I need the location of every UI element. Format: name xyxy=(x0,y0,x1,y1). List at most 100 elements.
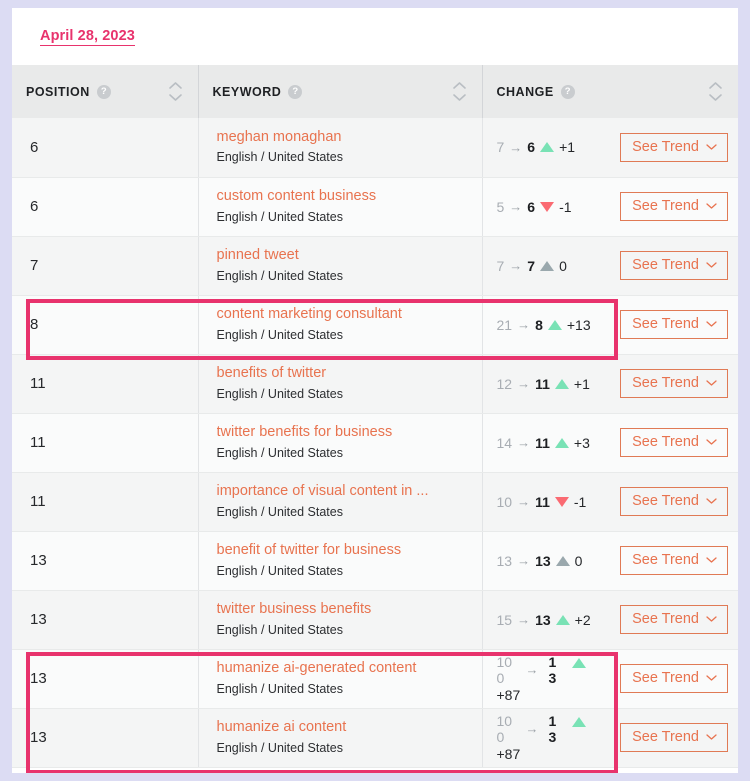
cell-keyword: twitter business benefits English / Unite… xyxy=(198,590,483,650)
chevron-up-icon xyxy=(168,82,182,89)
table-row: 8 content marketing consultant English / U… xyxy=(12,295,738,355)
keyword-link[interactable]: humanize ai-generated content xyxy=(217,659,468,679)
change-indicator: 14 → 11 +3 xyxy=(497,435,590,451)
cell-keyword: importance of visual content in ... Engli… xyxy=(198,472,483,532)
chevron-down-icon xyxy=(706,498,717,504)
keyword-locale: English / United States xyxy=(216,504,343,519)
arrow-right-icon: → xyxy=(509,199,523,214)
see-trend-label: See Trend xyxy=(632,433,699,450)
table-row: 6 meghan monaghan English / United States 7… xyxy=(12,118,738,178)
keyword-link[interactable]: custom content business xyxy=(217,187,468,207)
cell-position: 7 xyxy=(12,236,199,296)
column-label-change: CHANGE xyxy=(496,84,554,99)
sort-toggle-keyword[interactable] xyxy=(452,82,468,101)
see-trend-label: See Trend xyxy=(632,669,699,686)
chevron-down-icon xyxy=(706,557,717,563)
sort-toggle-change[interactable] xyxy=(709,82,724,101)
change-previous-rank: 100 xyxy=(496,654,513,687)
cell-position: 13 xyxy=(12,649,199,709)
change-delta: -1 xyxy=(573,493,587,510)
change-indicator: 13 → 13 0 xyxy=(497,553,583,569)
keyword-link[interactable]: meghan monaghan xyxy=(217,128,468,148)
keyword-locale: English / United States xyxy=(216,445,343,460)
cell-keyword: benefits of twitter English / United Stat… xyxy=(198,354,483,414)
cell-change: 7 → 7 0 See Trend xyxy=(482,236,738,296)
chevron-down-icon xyxy=(706,439,717,445)
see-trend-button[interactable]: See Trend xyxy=(620,604,728,635)
column-header-change[interactable]: CHANGE ? xyxy=(482,65,738,118)
triangle-down-icon xyxy=(554,496,569,507)
see-trend-button[interactable]: See Trend xyxy=(620,132,728,162)
cell-keyword: twitter benefits for business English / U… xyxy=(198,413,483,473)
cell-position: 13 xyxy=(12,531,199,591)
change-indicator: 7 → 7 0 xyxy=(497,258,567,274)
keyword-link[interactable]: twitter benefits for business xyxy=(217,423,468,443)
arrow-right-icon: → xyxy=(517,435,531,450)
triangle-up-icon xyxy=(555,614,570,625)
keyword-link[interactable]: twitter business benefits xyxy=(217,600,468,620)
see-trend-button[interactable]: See Trend xyxy=(620,486,728,517)
change-previous-rank: 21 xyxy=(496,316,513,333)
keyword-link[interactable]: benefit of twitter for business xyxy=(217,541,468,561)
cell-change: 7 → 6 +1 See Trend xyxy=(482,118,738,178)
change-current-rank: 13 xyxy=(548,654,557,687)
change-indicator: 15 → 13 +2 xyxy=(497,612,591,628)
column-header-position[interactable]: POSITION ? xyxy=(12,65,199,118)
see-trend-button[interactable]: See Trend xyxy=(620,545,728,576)
keyword-link[interactable]: pinned tweet xyxy=(217,246,468,266)
chevron-down-icon xyxy=(706,321,717,327)
keyword-link[interactable]: humanize ai content xyxy=(217,718,468,738)
arrow-right-icon: → xyxy=(517,494,531,509)
cell-change: 100 → 13 +87 See Trend xyxy=(482,649,738,709)
triangle-up-icon xyxy=(554,437,569,448)
help-icon-keyword[interactable]: ? xyxy=(288,84,303,99)
help-icon-position[interactable]: ? xyxy=(96,84,111,99)
see-trend-button[interactable]: See Trend xyxy=(620,368,728,399)
see-trend-button[interactable]: See Trend xyxy=(620,663,728,694)
column-header-keyword[interactable]: KEYWORD ? xyxy=(198,65,483,118)
table-row: 13 benefit of twitter for business English… xyxy=(12,531,738,591)
cell-change: 15 → 13 +2 See Trend xyxy=(482,590,738,650)
arrow-right-icon: → xyxy=(509,139,523,155)
table-row: 13 twitter business benefits English / Uni… xyxy=(12,590,738,650)
see-trend-label: See Trend xyxy=(632,728,699,745)
rank-tracking-card: April 28, 2023 POSITION ? KEYWORD ? CHAN… xyxy=(12,8,738,773)
see-trend-label: See Trend xyxy=(632,551,699,568)
change-delta: 0 xyxy=(559,257,567,274)
keyword-link[interactable]: content marketing consultant xyxy=(217,305,468,325)
cell-position: 11 xyxy=(12,354,199,414)
keyword-locale: English / United States xyxy=(216,209,343,224)
see-trend-button[interactable]: See Trend xyxy=(620,427,728,458)
see-trend-button[interactable]: See Trend xyxy=(620,722,728,753)
keyword-locale: English / United States xyxy=(216,563,343,578)
see-trend-button[interactable]: See Trend xyxy=(620,191,728,222)
change-delta: +87 xyxy=(496,745,521,762)
chevron-down-icon xyxy=(709,94,722,101)
help-icon-change[interactable]: ? xyxy=(560,84,575,99)
chevron-down-icon xyxy=(452,94,466,101)
keyword-link[interactable]: importance of visual content in ... xyxy=(217,482,468,502)
table-row: 7 pinned tweet English / United States 7 → 7 0… xyxy=(12,236,738,296)
cell-keyword: humanize ai content English / United Stat… xyxy=(198,708,483,768)
sort-toggle-position[interactable] xyxy=(168,82,184,101)
change-current-rank: 6 xyxy=(527,198,536,215)
triangle-up-icon xyxy=(547,319,562,330)
change-delta: 0 xyxy=(574,552,583,569)
change-current-rank: 11 xyxy=(535,493,550,510)
see-trend-button[interactable]: See Trend xyxy=(620,250,728,281)
cell-change: 100 → 13 +87 See Trend xyxy=(482,708,738,768)
see-trend-button[interactable]: See Trend xyxy=(620,309,728,340)
cell-change: 21 → 8 +13 See Trend xyxy=(482,295,738,355)
table-body: 6 meghan monaghan English / United States 7… xyxy=(12,118,738,768)
change-previous-rank: 13 xyxy=(496,552,513,569)
change-current-rank: 13 xyxy=(548,713,557,746)
table-row: 13 humanize ai-generated content English /… xyxy=(12,649,738,709)
keyword-link[interactable]: benefits of twitter xyxy=(217,364,468,384)
chevron-down-icon xyxy=(706,616,717,622)
cell-keyword: pinned tweet English / United States xyxy=(198,236,483,296)
see-trend-label: See Trend xyxy=(632,138,699,155)
change-previous-rank: 7 xyxy=(496,139,505,156)
chevron-down-icon xyxy=(706,734,717,740)
report-date[interactable]: April 28, 2023 xyxy=(40,27,135,47)
cell-change: 12 → 11 +1 See Trend xyxy=(482,354,738,414)
